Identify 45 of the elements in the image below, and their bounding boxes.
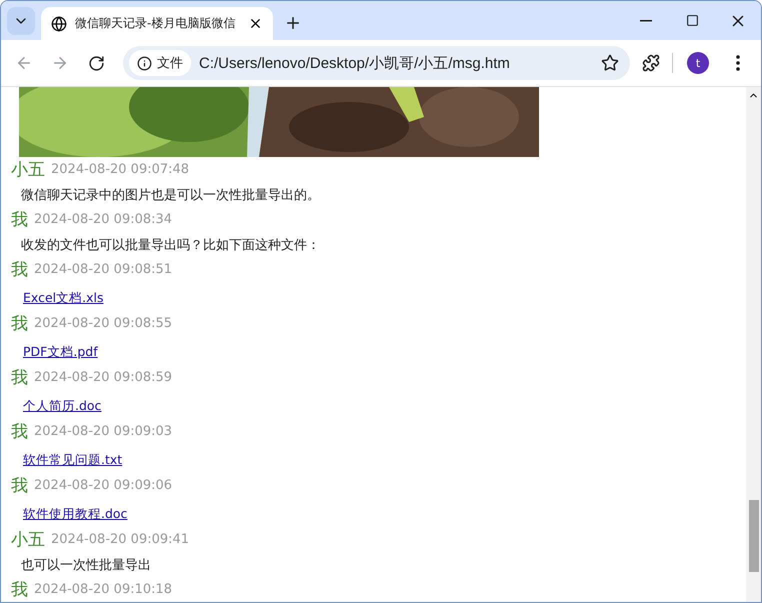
message-time: 2024-08-20 09:08:34 — [34, 212, 172, 227]
message-time: 2024-08-20 09:07:48 — [51, 162, 190, 177]
profile-avatar[interactable]: t — [687, 52, 709, 74]
sender-name: 我 — [11, 313, 28, 335]
scrollbar[interactable] — [746, 87, 761, 602]
url-text: C:/Users/lenovo/Desktop/小凯哥/小五/msg.htm — [199, 54, 511, 72]
scrollbar-thumb[interactable] — [748, 500, 758, 572]
puzzle-icon — [642, 54, 660, 72]
sender-name: 小五 — [11, 159, 45, 181]
browser-tab[interactable]: 微信聊天记录-楼月电脑版微信 — [41, 7, 273, 40]
message-time: 2024-08-20 09:08:59 — [34, 370, 172, 385]
sender-name: 我 — [11, 259, 28, 281]
sender-name: 我 — [11, 579, 28, 601]
menu-icon — [736, 55, 740, 71]
address-bar[interactable]: 文件 C:/Users/lenovo/Desktop/小凯哥/小五/msg.htm — [123, 46, 630, 80]
file-link[interactable]: 软件使用教程.doc — [23, 506, 128, 527]
message-time: 2024-08-20 09:08:55 — [34, 316, 172, 331]
sender-name: 我 — [11, 209, 28, 231]
plus-icon — [284, 14, 302, 32]
file-link[interactable]: PDF文档.pdf — [23, 344, 98, 365]
forward-arrow-icon — [51, 54, 69, 72]
file-link[interactable]: 软件常见问题.txt — [23, 452, 122, 473]
site-info-chip[interactable]: 文件 — [129, 50, 191, 76]
message-text: 也可以一次性批量导出 — [20, 556, 152, 574]
message-time: 2024-08-20 09:08:51 — [34, 262, 172, 277]
message-time: 2024-08-20 09:10:18 — [34, 582, 172, 597]
close-icon[interactable] — [248, 16, 263, 31]
info-icon — [137, 56, 152, 70]
sender-name: 我 — [11, 421, 28, 443]
minimize-icon — [640, 20, 652, 22]
message-text: 微信聊天记录中的图片也是可以一次性批量导出的。 — [20, 186, 321, 204]
file-link[interactable]: Excel文档.xls — [23, 290, 104, 311]
sender-name: 我 — [11, 367, 28, 389]
message-time: 2024-08-20 09:09:06 — [34, 478, 172, 493]
sender-name: 小五 — [11, 529, 45, 551]
maximize-icon — [686, 14, 698, 27]
file-link[interactable]: 个人简历.doc — [23, 398, 102, 419]
reload-icon — [88, 54, 104, 72]
globe-icon — [51, 16, 67, 32]
message-time: 2024-08-20 09:09:03 — [34, 424, 172, 439]
star-icon — [601, 54, 619, 72]
message-time: 2024-08-20 09:09:41 — [51, 532, 190, 547]
tab-search-button[interactable] — [7, 7, 35, 35]
message-text: 收发的文件也可以批量导出吗？比如下面这种文件： — [20, 236, 321, 254]
sender-name: 我 — [11, 475, 28, 497]
